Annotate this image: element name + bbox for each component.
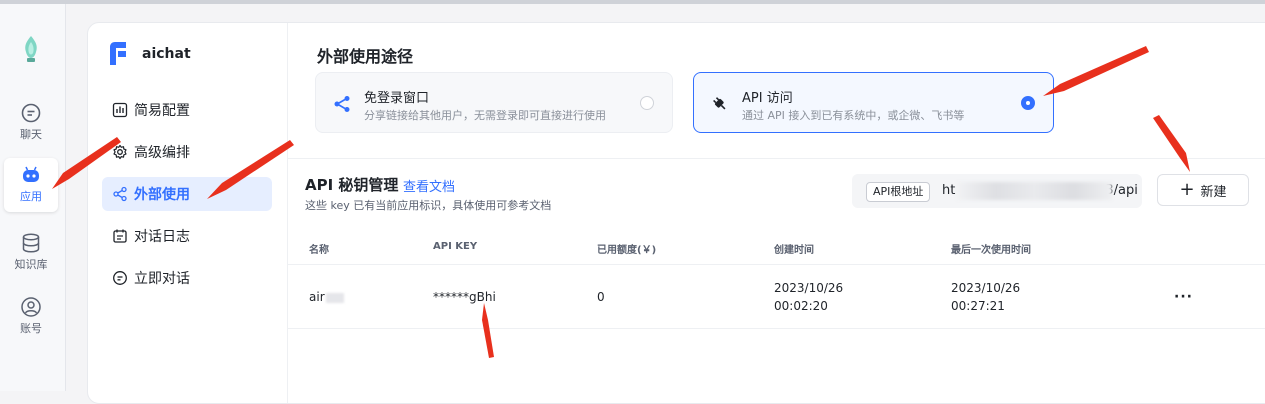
annotation-arrow: [52, 137, 121, 189]
annotation-arrow: [1153, 115, 1190, 172]
annotation-arrow: [1043, 46, 1149, 96]
annotation-arrow: [207, 140, 294, 199]
annotation-arrows: [52, 46, 1190, 358]
annotation-arrow: [482, 303, 494, 358]
